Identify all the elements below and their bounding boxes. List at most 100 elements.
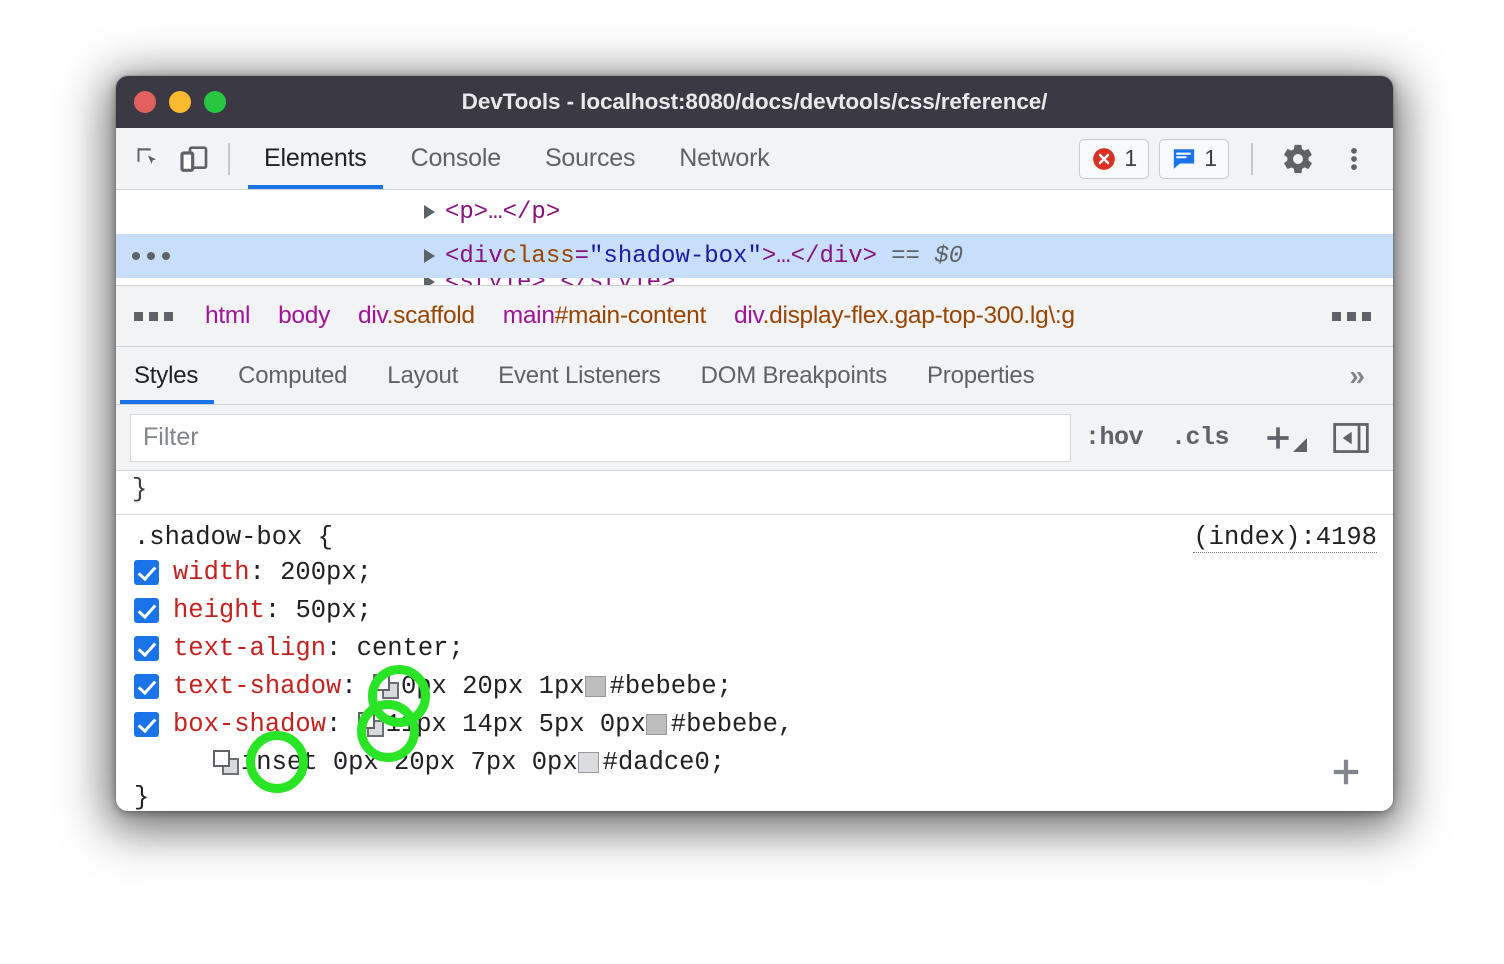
css-declaration-box-shadow-layer-2[interactable]: inset 0px 20px 7px 0px #dadce0;: [116, 743, 1393, 781]
css-property-name[interactable]: text-align: [173, 634, 326, 663]
css-property-value[interactable]: 0px 20px 1px: [401, 672, 585, 701]
dom-attr-name[interactable]: class: [503, 243, 575, 270]
css-property-value[interactable]: 200px;: [280, 558, 372, 587]
css-property-name[interactable]: height: [173, 596, 265, 625]
three-dots-vertical-icon[interactable]: [1331, 136, 1377, 182]
toolbar-divider: [228, 143, 230, 175]
css-property-value[interactable]: center;: [357, 634, 464, 663]
previous-rule-closing-brace: }: [116, 471, 1393, 515]
css-property-value[interactable]: 11px 14px 5px 0px: [386, 710, 646, 739]
color-swatch[interactable]: [585, 676, 606, 697]
css-colon: :: [265, 596, 296, 625]
color-swatch[interactable]: [646, 714, 667, 735]
breadcrumb-item-div-display-flex[interactable]: div.display-flex.gap-top-300.lg\:g: [720, 302, 1089, 330]
css-declaration-height[interactable]: height: 50px;: [116, 591, 1393, 629]
sidebar-tabs-overflow-label: »: [1349, 360, 1365, 392]
sidebar-tabs-overflow-icon[interactable]: »: [1321, 347, 1393, 404]
dom-row-label: <p>…</p>: [445, 199, 560, 226]
error-icon: [1091, 146, 1117, 172]
dom-row-clipped[interactable]: <style>…</style>: [116, 278, 1393, 285]
dom-row-shadow-box[interactable]: <div class="shadow-box">…</div> == $0: [116, 234, 1393, 278]
tab-properties[interactable]: Properties: [907, 347, 1054, 404]
expand-triangle-icon[interactable]: [424, 205, 435, 219]
tab-sources[interactable]: Sources: [523, 128, 657, 189]
expand-triangle-icon[interactable]: [424, 249, 435, 263]
tab-console[interactable]: Console: [389, 128, 523, 189]
tab-elements[interactable]: Elements: [242, 128, 389, 189]
error-count-badge[interactable]: 1: [1079, 139, 1149, 179]
dom-selected-marker: == $0: [891, 243, 963, 270]
dom-row-p[interactable]: <p>…</p>: [116, 190, 1393, 234]
breadcrumb-item-cls: .scaffold: [387, 302, 475, 329]
tab-layout[interactable]: Layout: [367, 347, 478, 404]
dom-attr-value[interactable]: "shadow-box": [589, 243, 762, 270]
color-value-label[interactable]: #bebebe,: [671, 710, 793, 739]
css-closing-brace-label: }: [134, 783, 149, 811]
cls-button[interactable]: .cls: [1157, 414, 1243, 462]
css-property-value[interactable]: inset 0px 20px 7px 0px: [241, 748, 578, 777]
declaration-checkbox[interactable]: [134, 636, 159, 661]
hov-state-button[interactable]: :hov: [1071, 414, 1157, 462]
breadcrumb-item-body[interactable]: body: [264, 302, 344, 330]
declaration-checkbox[interactable]: [134, 712, 159, 737]
close-window-button[interactable]: [134, 91, 156, 113]
css-colon: :: [250, 558, 281, 587]
color-value-label[interactable]: #dadce0;: [603, 748, 725, 777]
filter-input[interactable]: Filter: [130, 414, 1071, 462]
tab-event-listeners[interactable]: Event Listeners: [478, 347, 680, 404]
tab-console-label: Console: [411, 144, 501, 173]
breadcrumb-item-html[interactable]: html: [191, 302, 264, 330]
inspect-cursor-icon[interactable]: [128, 137, 172, 181]
minimize-window-button[interactable]: [169, 91, 191, 113]
dom-tree: <p>…</p> <div class="shadow-box">…</div>…: [116, 190, 1393, 285]
plus-icon: [1325, 751, 1367, 793]
breadcrumb: html body div.scaffold main#main-content…: [116, 285, 1393, 347]
css-property-name[interactable]: width: [173, 558, 250, 587]
tab-dom-breakpoints[interactable]: DOM Breakpoints: [681, 347, 907, 404]
maximize-window-button[interactable]: [204, 91, 226, 113]
declaration-checkbox[interactable]: [134, 560, 159, 585]
computed-sidebar-toggle-icon[interactable]: [1323, 421, 1379, 455]
expand-triangle-icon[interactable]: [424, 278, 435, 285]
breadcrumb-items: html body div.scaffold main#main-content…: [191, 302, 1316, 330]
color-value-label[interactable]: #bebebe;: [610, 672, 732, 701]
css-declaration-text-align[interactable]: text-align: center;: [116, 629, 1393, 667]
breadcrumb-overflow-right-icon[interactable]: [1316, 312, 1393, 321]
add-new-rule-button[interactable]: [1325, 751, 1367, 793]
css-property-name[interactable]: box-shadow: [173, 710, 326, 739]
css-property-value[interactable]: 50px;: [295, 596, 372, 625]
breadcrumb-item-tag: main: [503, 302, 555, 329]
gear-icon[interactable]: [1275, 136, 1321, 182]
declaration-checkbox[interactable]: [134, 598, 159, 623]
tab-event-listeners-label: Event Listeners: [498, 362, 660, 390]
previous-rule-brace-label: }: [132, 475, 147, 504]
device-toolbar-icon[interactable]: [172, 137, 216, 181]
shadow-editor-icon[interactable]: [213, 750, 239, 775]
tab-styles[interactable]: Styles: [116, 347, 218, 404]
dom-attr-eq: =: [575, 243, 589, 270]
breadcrumb-item-tag: html: [205, 302, 250, 329]
shadow-editor-icon[interactable]: [373, 674, 399, 699]
css-declaration-box-shadow[interactable]: box-shadow: 11px 14px 5px 0px #bebebe,: [116, 705, 1393, 743]
css-selector[interactable]: .shadow-box {: [134, 523, 333, 552]
breadcrumb-item-main-content[interactable]: main#main-content: [489, 302, 720, 330]
tab-computed-label: Computed: [238, 362, 347, 390]
dom-tag-close: >…</div>: [762, 243, 877, 270]
breadcrumb-overflow-left-icon[interactable]: [116, 312, 191, 321]
new-style-rule-button[interactable]: [1243, 421, 1323, 455]
color-swatch[interactable]: [578, 752, 599, 773]
window-titlebar: DevTools - localhost:8080/docs/devtools/…: [116, 76, 1393, 128]
css-property-name[interactable]: text-shadow: [173, 672, 341, 701]
css-declaration-text-shadow[interactable]: text-shadow: 0px 20px 1px #bebebe;: [116, 667, 1393, 705]
tab-network[interactable]: Network: [657, 128, 791, 189]
css-declaration-width[interactable]: width: 200px;: [116, 553, 1393, 591]
warning-count-badge[interactable]: 1: [1159, 139, 1229, 179]
dom-tag-open: <div: [445, 243, 503, 270]
css-rule-closing-brace: }: [116, 781, 1393, 811]
shadow-editor-icon[interactable]: [358, 712, 384, 737]
declaration-checkbox[interactable]: [134, 674, 159, 699]
dom-row-ellipsis-icon[interactable]: [132, 252, 170, 260]
tab-computed[interactable]: Computed: [218, 347, 367, 404]
css-source-link[interactable]: (index):4198: [1193, 523, 1377, 553]
breadcrumb-item-div-scaffold[interactable]: div.scaffold: [344, 302, 489, 330]
